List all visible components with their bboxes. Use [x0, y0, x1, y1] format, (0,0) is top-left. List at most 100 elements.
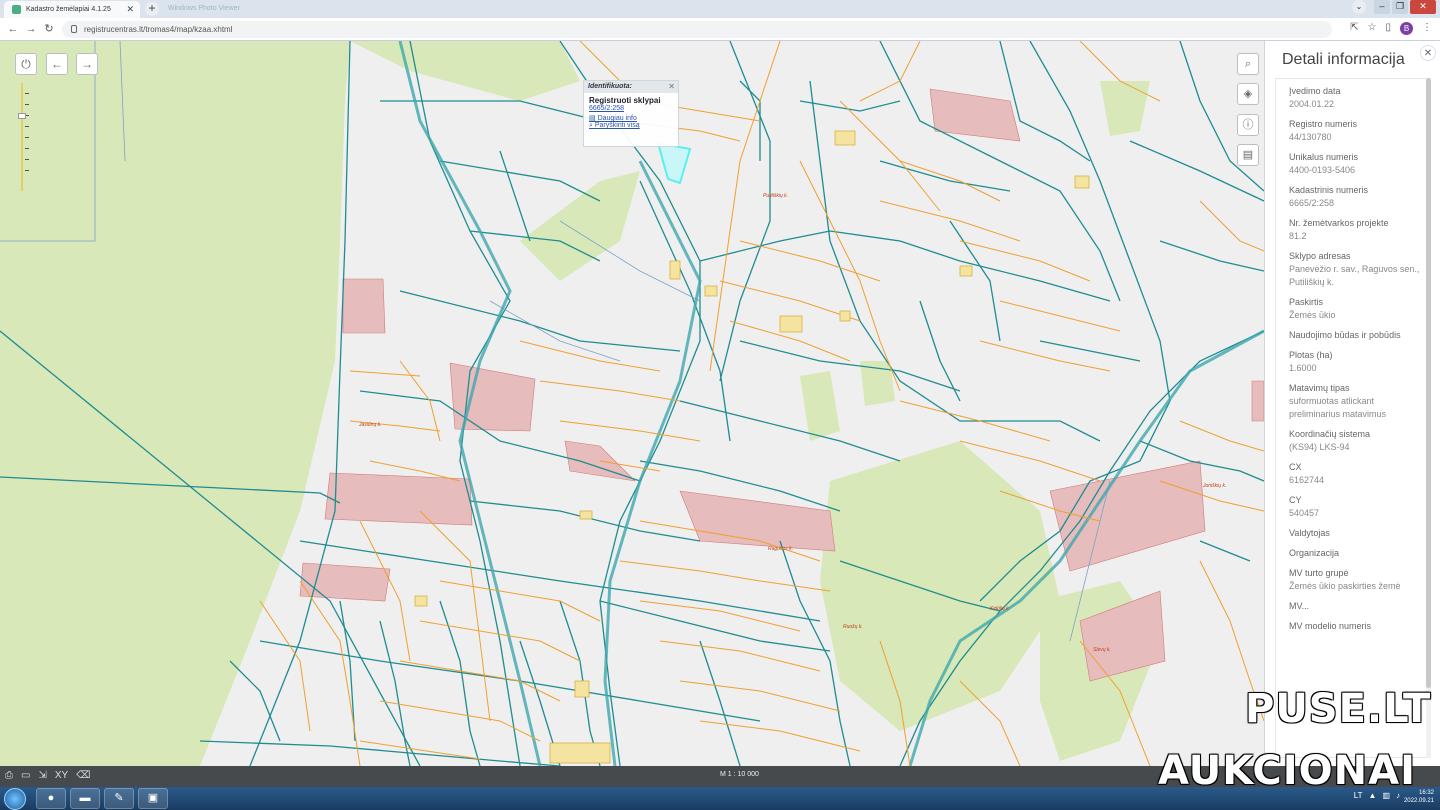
zoom-handle[interactable] — [18, 113, 26, 119]
place-label: Jasiūnų k. — [359, 422, 382, 428]
search-icon[interactable]: ⌕ — [1237, 53, 1259, 75]
pdf-taskbar-icon[interactable]: ✎ — [104, 788, 134, 809]
more-info-link[interactable]: ▤ Daugiau info — [584, 112, 678, 122]
language-indicator[interactable]: LT — [1354, 791, 1363, 800]
farmland-area — [820, 441, 1060, 731]
tab-photo-viewer[interactable]: Windows Photo Viewer — [162, 3, 322, 15]
farmland-area — [800, 371, 840, 441]
place-label: Joniškių k. — [1203, 483, 1227, 489]
cadastral-map[interactable]: ⏻ ← → ⌕ ◈ ⓘ ▤ Putiliškių k. Jasiūnų k. R… — [0, 41, 1264, 766]
parcel-id-link[interactable]: 6665/2:258 — [584, 105, 678, 112]
detail-field-label: CY — [1289, 495, 1302, 505]
print-icon[interactable]: ⎙ — [5, 770, 13, 781]
detail-field-value: Žemės ūkio paskirties žemė — [1289, 581, 1401, 591]
selected-parcel[interactable] — [656, 141, 692, 185]
forward-arrow-icon[interactable]: → — [24, 22, 38, 36]
clock-time: 16:32 — [1418, 790, 1434, 796]
coordinates-button[interactable]: XY — [55, 770, 68, 781]
place-label: Ruožų k. — [843, 624, 863, 630]
chevron-down-icon[interactable]: ⌄ — [1352, 0, 1366, 14]
new-tab-button[interactable]: + — [145, 2, 159, 16]
zoom-track — [21, 83, 23, 191]
detail-field-label: Valdytojas — [1289, 528, 1330, 538]
tab-close-icon[interactable]: ✕ — [126, 4, 134, 15]
back-extent-button[interactable]: ← — [46, 53, 68, 75]
layers-icon[interactable]: ◈ — [1237, 83, 1259, 105]
volume-icon[interactable]: ♪ — [1396, 791, 1400, 800]
detail-field-label: Paskirtis — [1289, 297, 1324, 307]
export-icon[interactable]: ⇲ — [38, 770, 46, 781]
menu-dots-icon[interactable]: ⋮ — [1422, 22, 1432, 35]
close-window-button[interactable]: ✕ — [1410, 0, 1436, 14]
detail-field-value: 44/130780 — [1289, 132, 1332, 142]
eraser-icon[interactable]: ⌫ — [76, 770, 90, 781]
detail-field: CY 540457 — [1289, 494, 1426, 520]
detail-field: Matavimų tipas suformuotas atlickant prel… — [1289, 382, 1426, 421]
detail-field: Unikalus numeris 4400-0193-5406 — [1289, 151, 1426, 177]
show-all-link[interactable]: ⌕ Paryškinti visą — [584, 122, 678, 130]
url-field[interactable]: registrucentras.lt/tromas4/map/kzaa.xhtm… — [62, 21, 1332, 38]
detail-panel: Detali informacija Įvedimo data 2004.01.2… — [1264, 41, 1440, 766]
detail-field: Organizacija — [1289, 547, 1426, 560]
detail-field-value: 2004.01.22 — [1289, 99, 1335, 109]
detail-field: Naudojimo būdas ir pobūdis — [1289, 329, 1426, 342]
back-arrow-icon[interactable]: ← — [6, 22, 20, 36]
network-icon[interactable]: ▥ — [1382, 791, 1390, 800]
detail-field: Valdytojas — [1289, 527, 1426, 540]
scrollbar-thumb[interactable] — [1426, 78, 1431, 688]
sidebar-icon[interactable]: ▯ — [1385, 22, 1391, 35]
place-label: Kirkilių k. — [990, 606, 1011, 612]
photo-viewer-taskbar-icon[interactable]: ▣ — [138, 788, 168, 809]
detail-field: Plotas (ha) 1.6000 — [1289, 349, 1426, 375]
explorer-taskbar-icon[interactable]: ▬ — [70, 788, 100, 809]
tray-arrow-icon[interactable]: ▲ — [1369, 791, 1377, 800]
detail-field-label: CX — [1289, 462, 1302, 472]
clock[interactable]: 16:32 2022.09.21 — [1404, 789, 1434, 805]
power-button[interactable]: ⏻ — [15, 53, 37, 75]
place-label: Slevų k. — [1093, 647, 1111, 653]
farmland-area — [520, 171, 640, 281]
detail-field-value: Žemės ūkio — [1289, 310, 1336, 320]
tab-title: Kadastro žemėlapiai 4.1.25 — [26, 6, 111, 13]
profile-avatar[interactable]: B — [1400, 22, 1413, 35]
reload-icon[interactable]: ↻ — [42, 22, 56, 36]
popup-title: Registruoti sklypai — [589, 96, 661, 105]
forward-extent-button[interactable]: → — [76, 53, 98, 75]
show-all-label: Paryškinti visą — [594, 122, 640, 129]
minimize-button[interactable]: – — [1374, 0, 1390, 14]
document-icon[interactable]: ▤ — [1237, 144, 1259, 166]
info-icon[interactable]: ⓘ — [1237, 114, 1259, 136]
place-label: Putiliškių k. — [763, 193, 789, 199]
kadastro-favicon-icon — [12, 5, 21, 14]
url-text: registrucentras.lt/tromas4/map/kzaa.xhtm… — [84, 25, 233, 34]
detail-field: MV turto grupė Žemės ūkio paskirties žemė — [1289, 567, 1426, 593]
farmland-area — [1100, 81, 1150, 136]
detail-field-label: Sklypo adresas — [1289, 251, 1351, 261]
map-canvas[interactable] — [0, 41, 1264, 766]
tab-kadastro[interactable]: Kadastro žemėlapiai 4.1.25 ✕ — [4, 1, 140, 18]
detail-field: Įvedimo data 2004.01.22 — [1289, 85, 1426, 111]
popup-close-icon[interactable]: ✕ — [668, 82, 675, 91]
detail-field: Koordinačių sistema (KS94) LKS-94 — [1289, 428, 1426, 454]
detail-field-value: (KS94) LKS-94 — [1289, 442, 1350, 452]
star-icon[interactable]: ☆ — [1368, 22, 1377, 35]
detail-field-value: 1.6000 — [1289, 363, 1317, 373]
farmland-area — [350, 41, 580, 101]
browser-tab-strip: Kadastro žemėlapiai 4.1.25 ✕ + Windows P… — [0, 0, 1440, 18]
share-icon[interactable]: ⇱ — [1350, 22, 1358, 35]
maximize-button[interactable]: ❐ — [1392, 0, 1408, 14]
zoom-slider[interactable] — [18, 83, 29, 191]
detail-field: Sklypo adresas Panevėžio r. sav., Raguvos… — [1289, 250, 1426, 289]
status-tools: ⎙ ▭ ⇲ XY ⌫ — [5, 770, 90, 781]
detail-fields-list[interactable]: Įvedimo data 2004.01.22 Registro numeris 44… — [1275, 78, 1427, 758]
more-info-label: Daugiau info — [597, 115, 637, 122]
detail-field-value: 540457 — [1289, 508, 1320, 518]
panel-scrollbar[interactable] — [1426, 78, 1431, 758]
close-panel-icon[interactable]: ✕ — [1420, 45, 1436, 61]
detail-field-value: Panevėžio r. sav., Raguvos sen., Putiliš… — [1289, 264, 1420, 287]
detail-field: Nr. žemėtvarkos projekte 81.2 — [1289, 217, 1426, 243]
measure-icon[interactable]: ▭ — [21, 770, 30, 781]
chrome-taskbar-icon[interactable]: ● — [36, 788, 66, 809]
windows-start-button[interactable] — [4, 788, 26, 810]
detail-field-label: Organizacija — [1289, 548, 1340, 558]
